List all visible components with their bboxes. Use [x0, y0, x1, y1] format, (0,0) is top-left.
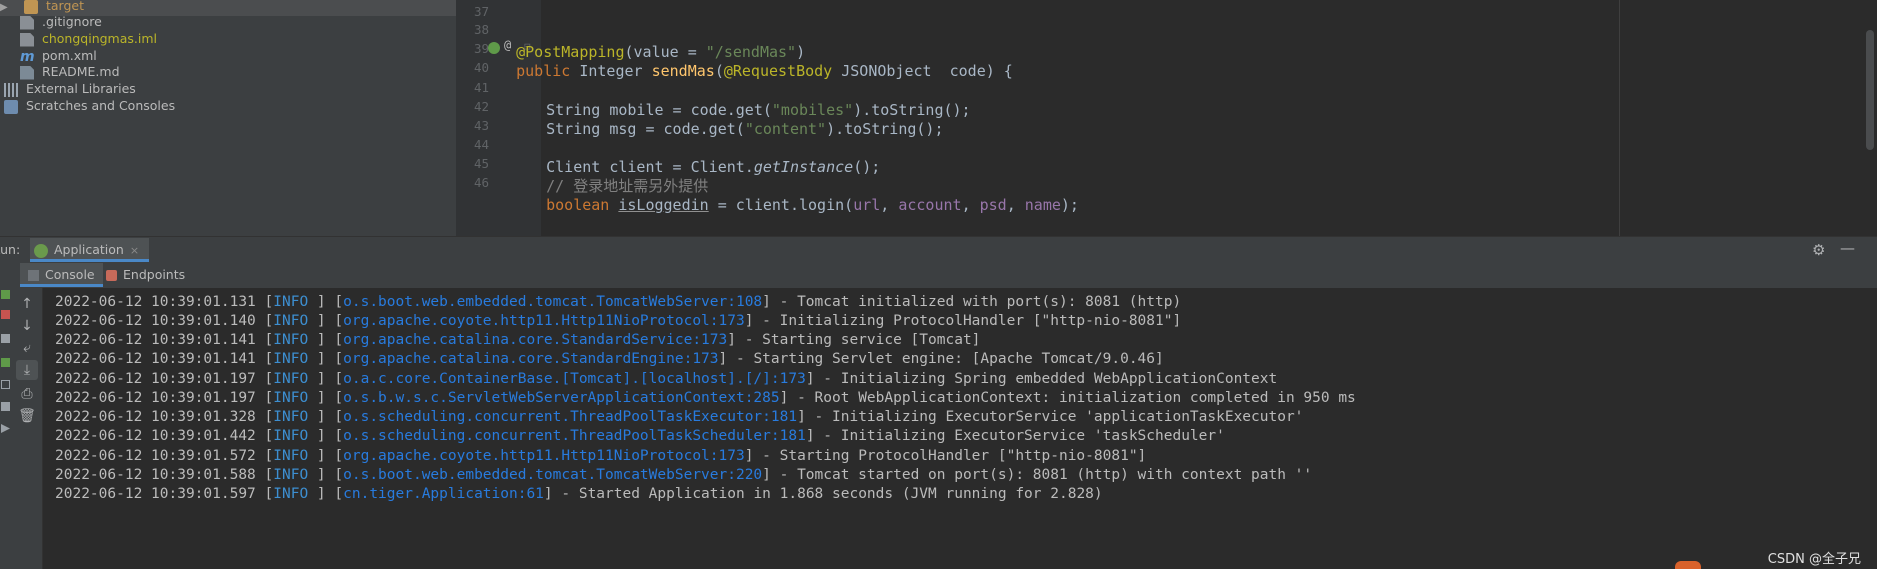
rerun-icon[interactable] [1, 290, 10, 299]
floating-widget-icon [1675, 561, 1701, 569]
watermark: CSDN @全子兄 [1767, 552, 1861, 567]
pin-icon[interactable] [1, 424, 10, 433]
markdown-icon [20, 65, 34, 80]
close-tab-icon[interactable]: × [130, 244, 139, 257]
debug-icon[interactable] [1, 358, 10, 367]
clear-all-icon[interactable]: 🗑 [16, 406, 38, 426]
tab-label: Application [54, 242, 124, 257]
code-editor[interactable]: 37 38 39 40 41 42 43 44 45 46 @ ⊟ @PostM… [456, 0, 1877, 236]
code-line-42: String msg = code.get("content").toStrin… [546, 120, 944, 138]
settings-icon[interactable] [1, 402, 10, 411]
tab-label: Console [45, 267, 95, 282]
tree-item-label: chongqingmas.iml [41, 31, 157, 46]
gear-icon[interactable]: ⚙ [1812, 241, 1825, 259]
file-icon [20, 15, 34, 30]
scrollbar-thumb[interactable] [1866, 30, 1874, 150]
scroll-up-icon[interactable]: ↑ [16, 294, 38, 314]
run-subtabs: Console Endpoints [0, 262, 1877, 289]
tab-application[interactable]: Application × [30, 238, 150, 262]
spring-boot-app-icon [34, 243, 48, 258]
code-line-39: public Integer sendMas(@RequestBody JSON… [516, 62, 1013, 80]
console-toolbar: ↑ ↓ ⤶ ⤓ ⎙ 🗑 [12, 288, 43, 569]
run-label: Run: [0, 242, 21, 257]
console-output[interactable]: 2022-06-12 10:39:01.131 [INFO ] [o.s.boo… [43, 288, 1877, 569]
run-tool-window: Run: Application× ⚙ — Console Endpoints … [0, 236, 1877, 569]
tab-label: Endpoints [123, 267, 186, 282]
scroll-down-icon[interactable]: ↓ [16, 316, 38, 336]
tree-item-label: README.md [41, 64, 120, 79]
library-icon [4, 82, 18, 97]
tree-item-label: Scratches and Consoles [25, 98, 176, 113]
run-header: Run: Application × ⚙ — [0, 236, 1877, 263]
right-margin-guide [1619, 0, 1620, 236]
stop-icon[interactable] [1, 310, 10, 319]
log-line: 2022-06-12 10:39:01.597 [INFO ] [cn.tige… [55, 486, 1103, 502]
minimize-icon[interactable]: — [1840, 239, 1855, 257]
console-icon [28, 270, 39, 281]
scroll-to-end-icon[interactable]: ⤓ [16, 360, 38, 380]
code-line-46: boolean isLoggedin = client.login(url, a… [546, 196, 1079, 214]
iml-file-icon [20, 32, 34, 47]
dump-threads-icon[interactable] [1, 380, 10, 389]
restore-layout-icon[interactable] [1, 334, 10, 343]
print-icon[interactable]: ⎙ [16, 384, 38, 404]
expand-arrow-icon[interactable]: ▶ [0, 0, 10, 18]
tree-item-label: External Libraries [25, 81, 136, 96]
soft-wrap-icon[interactable]: ⤶ [16, 338, 38, 358]
tree-item-label: .gitignore [41, 14, 102, 29]
tree-item-scratches[interactable]: Scratches and Consoles [4, 96, 175, 116]
scratches-icon [4, 99, 18, 114]
tree-item-label: pom.xml [41, 48, 97, 63]
endpoints-icon [106, 270, 117, 281]
tab-console[interactable]: Console [20, 263, 103, 287]
tab-endpoints[interactable]: Endpoints [98, 263, 193, 287]
run-actions-strip [0, 288, 12, 569]
project-tree-panel: ▶ target .gitignore chongqingmas.iml m p… [0, 0, 456, 236]
editor-scrollbar[interactable] [1863, 0, 1877, 236]
